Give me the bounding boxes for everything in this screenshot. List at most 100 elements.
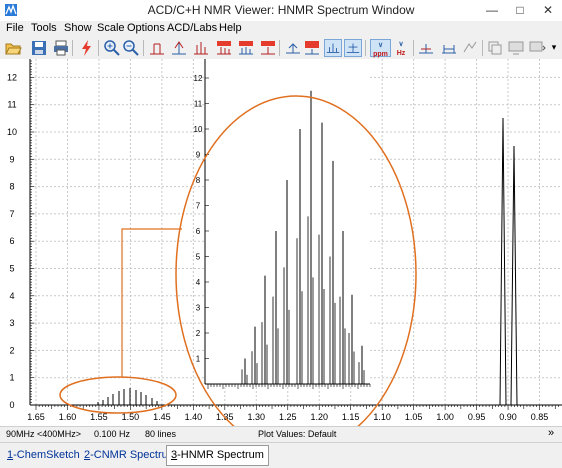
inset-y-tick-label: 8 — [196, 176, 201, 185]
status-lines: 80 lines — [145, 429, 177, 439]
zoom-in-icon[interactable] — [103, 39, 121, 57]
on-icon[interactable] — [303, 39, 321, 57]
y-tick-label: 5 — [9, 264, 14, 274]
x-tick-label: 1.30 — [248, 412, 266, 422]
integral-icon[interactable] — [215, 39, 233, 57]
ppm-label: ppm — [373, 51, 388, 58]
toolbar-separator — [413, 40, 414, 56]
y-tick-label: 8 — [9, 182, 14, 192]
ppm-button[interactable]: ∨ ppm — [370, 39, 391, 58]
toolbar-separator — [365, 40, 366, 56]
x-tick-label: 1.20 — [310, 412, 328, 422]
peak-select-icon[interactable] — [170, 39, 188, 57]
x-tick-label: 0.95 — [468, 412, 486, 422]
toolbar-separator — [482, 40, 483, 56]
link-icon[interactable] — [461, 39, 479, 57]
more-icon[interactable]: ▾ — [548, 39, 560, 57]
x-tick-label: 0.90 — [499, 412, 517, 422]
y-tick-label: 12 — [7, 72, 17, 82]
spectrum-expand-icon[interactable] — [344, 39, 362, 57]
zoom-connector — [121, 228, 182, 377]
inset-y-tick-label: 7 — [196, 202, 201, 211]
integral-auto-icon[interactable] — [237, 39, 255, 57]
zoom-callout-small — [59, 376, 177, 414]
print-icon[interactable] — [52, 39, 70, 57]
y-tick-label: 2 — [9, 345, 14, 355]
spectrum-plot[interactable]: 01234567891011121.65 1.60 1.55 1.50 1.45 1.40… — [0, 59, 562, 426]
doublet-peak — [510, 145, 518, 406]
y-tick-label: 3 — [9, 318, 14, 328]
toolbar: ∨ ppm ∨ Hz ▾ — [0, 37, 562, 60]
menu-help[interactable]: Help — [219, 22, 242, 34]
tab-chemsketch[interactable]: 1-ChemSketch — [3, 446, 84, 465]
y-tick-label: 6 — [9, 236, 14, 246]
y-tick-label: 0 — [9, 400, 14, 410]
tab-bar: 1-ChemSketch 2-CNMR Spectrum 3-HNMR Spec… — [0, 442, 562, 468]
save-icon[interactable] — [30, 39, 48, 57]
baseline-icon[interactable] — [417, 39, 435, 57]
status-frequency: 90MHz <400MHz> — [6, 429, 82, 439]
copy-icon[interactable] — [486, 39, 504, 57]
tab-label: -ChemSketch — [13, 449, 80, 461]
status-plot-values: Plot Values: Default — [258, 429, 337, 439]
baseline-correct-icon[interactable] — [284, 39, 302, 57]
menu-tools[interactable]: Tools — [31, 22, 57, 34]
inset-y-tick-label: 4 — [196, 278, 201, 287]
menu-scale[interactable]: Scale — [97, 22, 125, 34]
inset-y-tick-label: 1 — [196, 355, 201, 364]
inset-y-tick-label: 12 — [194, 74, 203, 83]
inset-y-tick-label: 5 — [196, 253, 201, 262]
y-tick-label: 7 — [9, 209, 14, 219]
menu-options[interactable]: Options — [127, 22, 165, 34]
inset-y-tick-label: 11 — [194, 100, 203, 109]
status-bar: 90MHz <400MHz> 0.100 Hz 80 lines Plot Va… — [0, 426, 562, 443]
zoom-out-icon[interactable] — [122, 39, 140, 57]
y-tick-label: 11 — [7, 100, 16, 110]
inset-y-tick-label: 3 — [196, 304, 201, 313]
doublet-peak — [499, 117, 507, 406]
lightning-icon[interactable] — [78, 39, 96, 57]
menu-bar: File Tools Show Scale Options ACD/Labs H… — [0, 21, 562, 37]
y-tick-label: 10 — [7, 127, 17, 137]
inset-y-tick-label: 6 — [196, 227, 201, 236]
close-button[interactable]: ✕ — [534, 0, 562, 21]
y-tick-label: 1 — [9, 373, 14, 383]
x-tick-label: 1.25 — [279, 412, 297, 422]
x-tick-label: 1.05 — [405, 412, 423, 422]
scale-icon[interactable] — [440, 39, 458, 57]
open-icon[interactable] — [4, 39, 22, 57]
x-tick-label: 1.40 — [185, 412, 203, 422]
cursor-icon[interactable] — [259, 39, 277, 57]
spectrum-view-icon[interactable] — [324, 39, 342, 57]
x-tick-label: 1.15 — [342, 412, 360, 422]
menu-file[interactable]: File — [6, 22, 24, 34]
screen-icon[interactable] — [507, 39, 525, 57]
x-tick-label: 0.85 — [531, 412, 549, 422]
y-tick-label: 4 — [9, 291, 14, 301]
inset-y-tick-label: 9 — [196, 151, 201, 160]
toolbar-separator — [98, 40, 99, 56]
inset-y-tick-label: 2 — [196, 329, 201, 338]
menu-show[interactable]: Show — [64, 22, 92, 34]
x-tick-label: 1.55 — [90, 412, 108, 422]
x-tick-label: 1.45 — [153, 412, 171, 422]
monitor-icon[interactable] — [528, 39, 546, 57]
tab-label: -CNMR Spectrum — [90, 449, 177, 461]
peak-icon[interactable] — [148, 39, 166, 57]
shift-icon[interactable] — [192, 39, 210, 57]
title-bar: ACD/C+H NMR Viewer: HNMR Spectrum Window… — [0, 0, 562, 22]
toolbar-separator — [143, 40, 144, 56]
maximize-button[interactable]: □ — [506, 0, 534, 21]
menu-acdlabs[interactable]: ACD/Labs — [167, 22, 217, 34]
tab-hnmr-spectrum[interactable]: 3-HNMR Spectrum — [166, 445, 269, 466]
toolbar-separator — [72, 40, 73, 56]
x-tick-label: 1.10 — [373, 412, 391, 422]
x-tick-label: 1.00 — [436, 412, 454, 422]
toolbar-separator — [279, 40, 280, 56]
status-more-icon[interactable]: » — [548, 427, 554, 439]
minimize-button[interactable]: — — [478, 0, 506, 21]
hz-button[interactable]: ∨ Hz — [392, 39, 410, 57]
status-resolution: 0.100 Hz — [94, 429, 131, 439]
inset-y-tick-label: 10 — [194, 125, 203, 134]
y-tick-label: 9 — [9, 154, 14, 164]
